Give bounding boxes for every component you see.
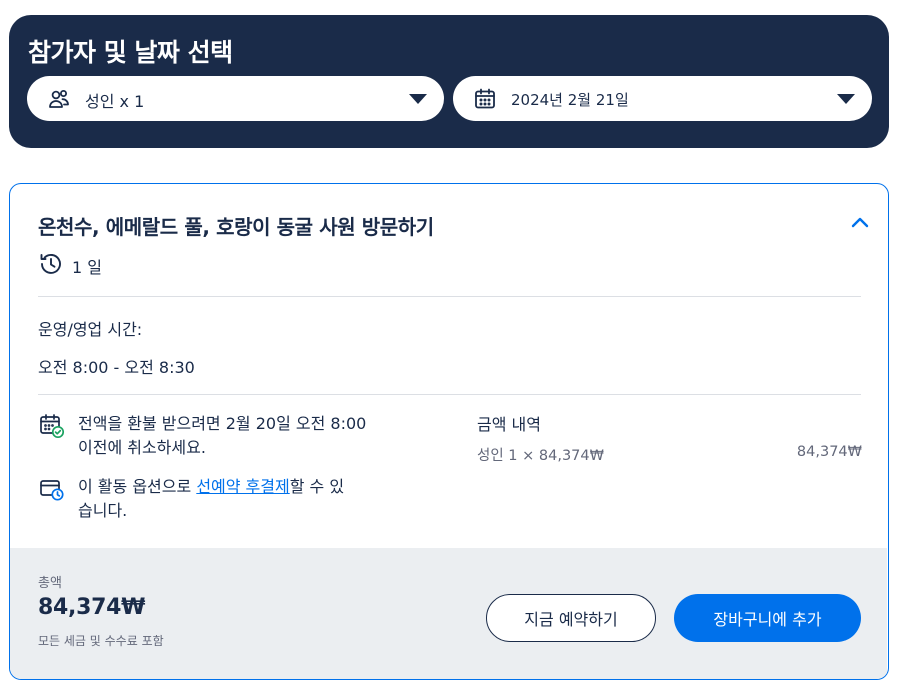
header-title: 참가자 및 날짜 선택 (28, 38, 233, 67)
date-value: 2024년 2월 21일 (511, 91, 629, 109)
card-clock-icon (38, 475, 66, 503)
reserve-text-prefix: 이 활동 옵션으로 (78, 477, 197, 496)
book-now-button[interactable]: 지금 예약하기 (486, 594, 656, 642)
price-breakdown-heading: 금액 내역 (477, 415, 541, 434)
people-icon (47, 87, 71, 111)
participants-dropdown[interactable]: 성인 x 1 (27, 76, 444, 121)
date-dropdown[interactable]: 2024년 2월 21일 (453, 76, 872, 121)
chevron-up-icon[interactable] (849, 212, 871, 234)
divider (38, 296, 861, 297)
operating-hours-value: 오전 8:00 - 오전 8:30 (38, 358, 195, 377)
total-price: 84,374₩ (38, 595, 146, 620)
operating-hours-label: 운영/영업 시간: (38, 320, 143, 339)
clock-history-icon (38, 251, 64, 281)
calendar-check-icon (38, 412, 66, 440)
activity-option-card: 온천수, 에메랄드 풀, 호랑이 동굴 사원 방문하기 1 일 운영/영업 시간… (9, 183, 889, 680)
reserve-text-suffix: 할 수 있 (289, 477, 345, 496)
add-to-cart-button[interactable]: 장바구니에 추가 (674, 594, 861, 642)
reserve-now-pay-later: 이 활동 옵션으로 선예약 후결제할 수 있 습니다. (38, 475, 418, 523)
cancellation-text-line1: 전액을 환불 받으려면 2월 20일 오전 8:00 (78, 414, 367, 433)
cancellation-policy: 전액을 환불 받으려면 2월 20일 오전 8:00 이전에 취소하세요. (38, 412, 418, 460)
duration: 1 일 (38, 253, 102, 279)
card-footer: 총액 84,374₩ 모든 세금 및 수수료 포함 지금 예약하기 장바구니에 … (10, 548, 887, 679)
duration-text: 1 일 (72, 258, 102, 277)
chevron-down-icon (837, 94, 855, 104)
price-row-label: 성인 1 × 84,374₩ (477, 448, 604, 464)
selection-header: 참가자 및 날짜 선택 성인 x 1 2024년 2월 21일 (9, 15, 889, 148)
reserve-now-pay-later-link[interactable]: 선예약 후결제 (196, 477, 289, 496)
activity-title: 온천수, 에메랄드 풀, 호랑이 동굴 사원 방문하기 (38, 215, 434, 239)
total-label: 총액 (38, 576, 62, 591)
chevron-down-icon (409, 94, 427, 104)
divider (38, 394, 861, 395)
price-row-amount: 84,374₩ (796, 444, 862, 460)
cancellation-text-line2: 이전에 취소하세요. (78, 438, 206, 457)
total-note: 모든 세금 및 수수료 포함 (38, 634, 164, 648)
price-breakdown-row: 성인 1 × 84,374₩ 84,374₩ (477, 444, 862, 465)
calendar-icon (473, 87, 497, 111)
participants-value: 성인 x 1 (85, 92, 145, 111)
reserve-text-line2: 습니다. (78, 501, 128, 520)
